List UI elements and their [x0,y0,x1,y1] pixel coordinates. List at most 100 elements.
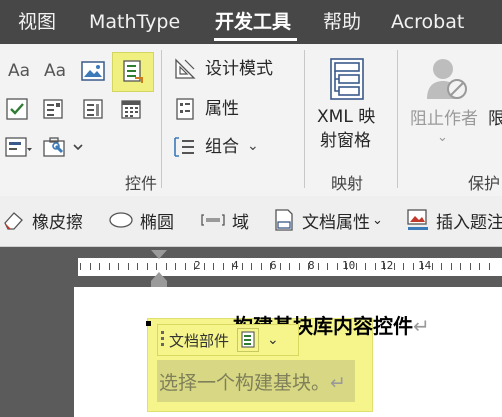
tab-mathtype[interactable]: MathType [89,9,180,35]
ruler-number: 14 [418,259,432,272]
legacy-forms-icon [5,137,32,157]
document-properties-label: 文档属性 [302,212,370,233]
chevron-down-icon[interactable]: ⌄ [267,332,279,348]
combo-box-content-control-button[interactable] [40,96,66,122]
first-line-indent-marker[interactable] [151,250,167,259]
ruler-tick [431,263,433,270]
ruler-tick [441,263,442,270]
ellipse-icon [108,211,134,229]
ruler-tick [393,263,395,270]
block-authors-button[interactable]: 阻止作者 [410,108,478,130]
ruler-tick [118,263,119,270]
ruler-tick [374,263,376,270]
ruler-tick [213,263,214,270]
ruler-number: 4 [232,259,239,272]
ruler-tick [460,263,461,270]
dropdown-list-icon [83,99,103,119]
horizontal-ruler[interactable]: 2 4 6 8 10 12 14 [78,258,502,276]
tab-developer[interactable]: 开发工具 [215,9,291,35]
xml-mapping-pane-button[interactable]: XML 映 [317,106,375,128]
document-properties-button[interactable]: 文档属性 ⌄ [272,207,383,233]
active-tab-indicator [214,38,297,41]
restrict-editing-button[interactable]: 限 [488,108,502,130]
drag-handle-icon[interactable] [161,329,165,351]
content-control-tag[interactable]: 文档部件 ⌄ [157,324,299,356]
chevron-down-icon: ⌄ [372,212,383,228]
properties-icon [176,98,194,120]
quick-access-toolbar: 橡皮擦 椭圆 域 文档属性 ⌄ 插入题注 [0,196,502,247]
tab-help[interactable]: 帮助 [323,9,361,35]
field-label: 域 [232,212,249,233]
ruler-number: 8 [308,259,315,272]
ruler-tick [279,263,281,270]
eraser-icon [2,209,26,231]
ellipse-button[interactable]: 椭圆 [108,207,174,233]
insert-caption-icon [406,208,430,232]
ruler-tick [137,263,138,270]
rich-text-icon: Aa [7,61,31,81]
ribbon-tab-bar: 视图 MathType 开发工具 帮助 Acrobat [0,0,502,44]
repeating-section-button[interactable] [40,134,88,160]
ruler-tick [184,263,186,270]
xml-mapping-pane-button-line2[interactable]: 射窗格 [320,130,371,152]
content-control-placeholder[interactable]: 选择一个构建基块。↵ [159,368,346,395]
ruler-tick [175,263,176,270]
group-icon-wrap [172,134,198,160]
ruler-tick [99,263,100,270]
ruler-tick [317,263,319,270]
design-mode-icon [175,58,196,79]
building-block-gallery-button[interactable] [112,52,154,92]
ruler-tick [251,263,252,270]
group-separator [304,50,305,188]
tab-acrobat[interactable]: Acrobat [391,9,464,35]
ruler-number: 12 [380,259,394,272]
ruler-tick [89,263,91,270]
ruler-tick [80,263,81,270]
group-button[interactable]: 组合 [205,136,239,158]
insert-caption-button[interactable]: 插入题注 [406,207,502,233]
xml-mapping-icon [330,58,364,100]
ruler-tick [327,263,328,270]
legacy-tools-button[interactable] [4,134,34,160]
pilcrow-mark: ↵ [330,372,346,394]
eraser-button[interactable]: 橡皮擦 [2,207,83,233]
ribbon-panel: Aa Aa 设计模式 属性 组合 ⌄ 控件 XML 映 射窗格 映射 阻止作者 … [0,44,502,197]
insert-caption-label: 插入题注 [436,212,502,233]
ruler-tick [289,263,290,270]
ruler-tick [165,263,167,270]
picture-content-control-button[interactable] [80,58,106,84]
ruler-tick [355,263,357,270]
field-button[interactable]: 域 [200,207,249,233]
ruler-number: 2 [194,259,201,272]
briefcase-tools-icon [43,137,83,157]
properties-button[interactable]: 属性 [205,98,239,120]
content-control-title: 文档部件 [169,331,230,350]
chevron-down-icon: ⌄ [247,138,259,154]
controls-group-label: 控件 [125,174,158,193]
checkbox-content-control-button[interactable] [4,96,30,122]
plain-text-content-control-button[interactable]: Aa [40,58,70,84]
ruler-number: 10 [342,259,356,272]
chevron-down-icon: ⌄ [437,130,448,145]
protect-group-label: 保护 [468,174,501,193]
tab-view[interactable]: 视图 [18,9,56,35]
ruler-tick [260,263,262,270]
hanging-indent-marker[interactable] [151,272,167,281]
paragraph-mark-square [146,321,151,326]
building-block-gallery-icon-button[interactable] [237,328,260,352]
rich-text-content-control-button[interactable]: Aa [4,58,34,84]
design-mode-button[interactable]: 设计模式 [205,58,273,80]
dropdown-list-content-control-button[interactable] [80,96,106,122]
building-block-icon [123,60,143,83]
block-authors-icon [427,59,467,99]
ruler-tick [156,263,157,270]
ruler-number: 6 [270,259,277,272]
plain-text-icon: Aa [43,61,67,81]
building-block-icon [241,331,255,348]
ruler-tick [222,263,224,270]
ruler-tick [203,263,205,270]
picture-icon [81,61,105,81]
ruler-tick [298,263,300,270]
date-picker-content-control-button[interactable] [118,96,144,122]
group-separator [161,50,162,188]
